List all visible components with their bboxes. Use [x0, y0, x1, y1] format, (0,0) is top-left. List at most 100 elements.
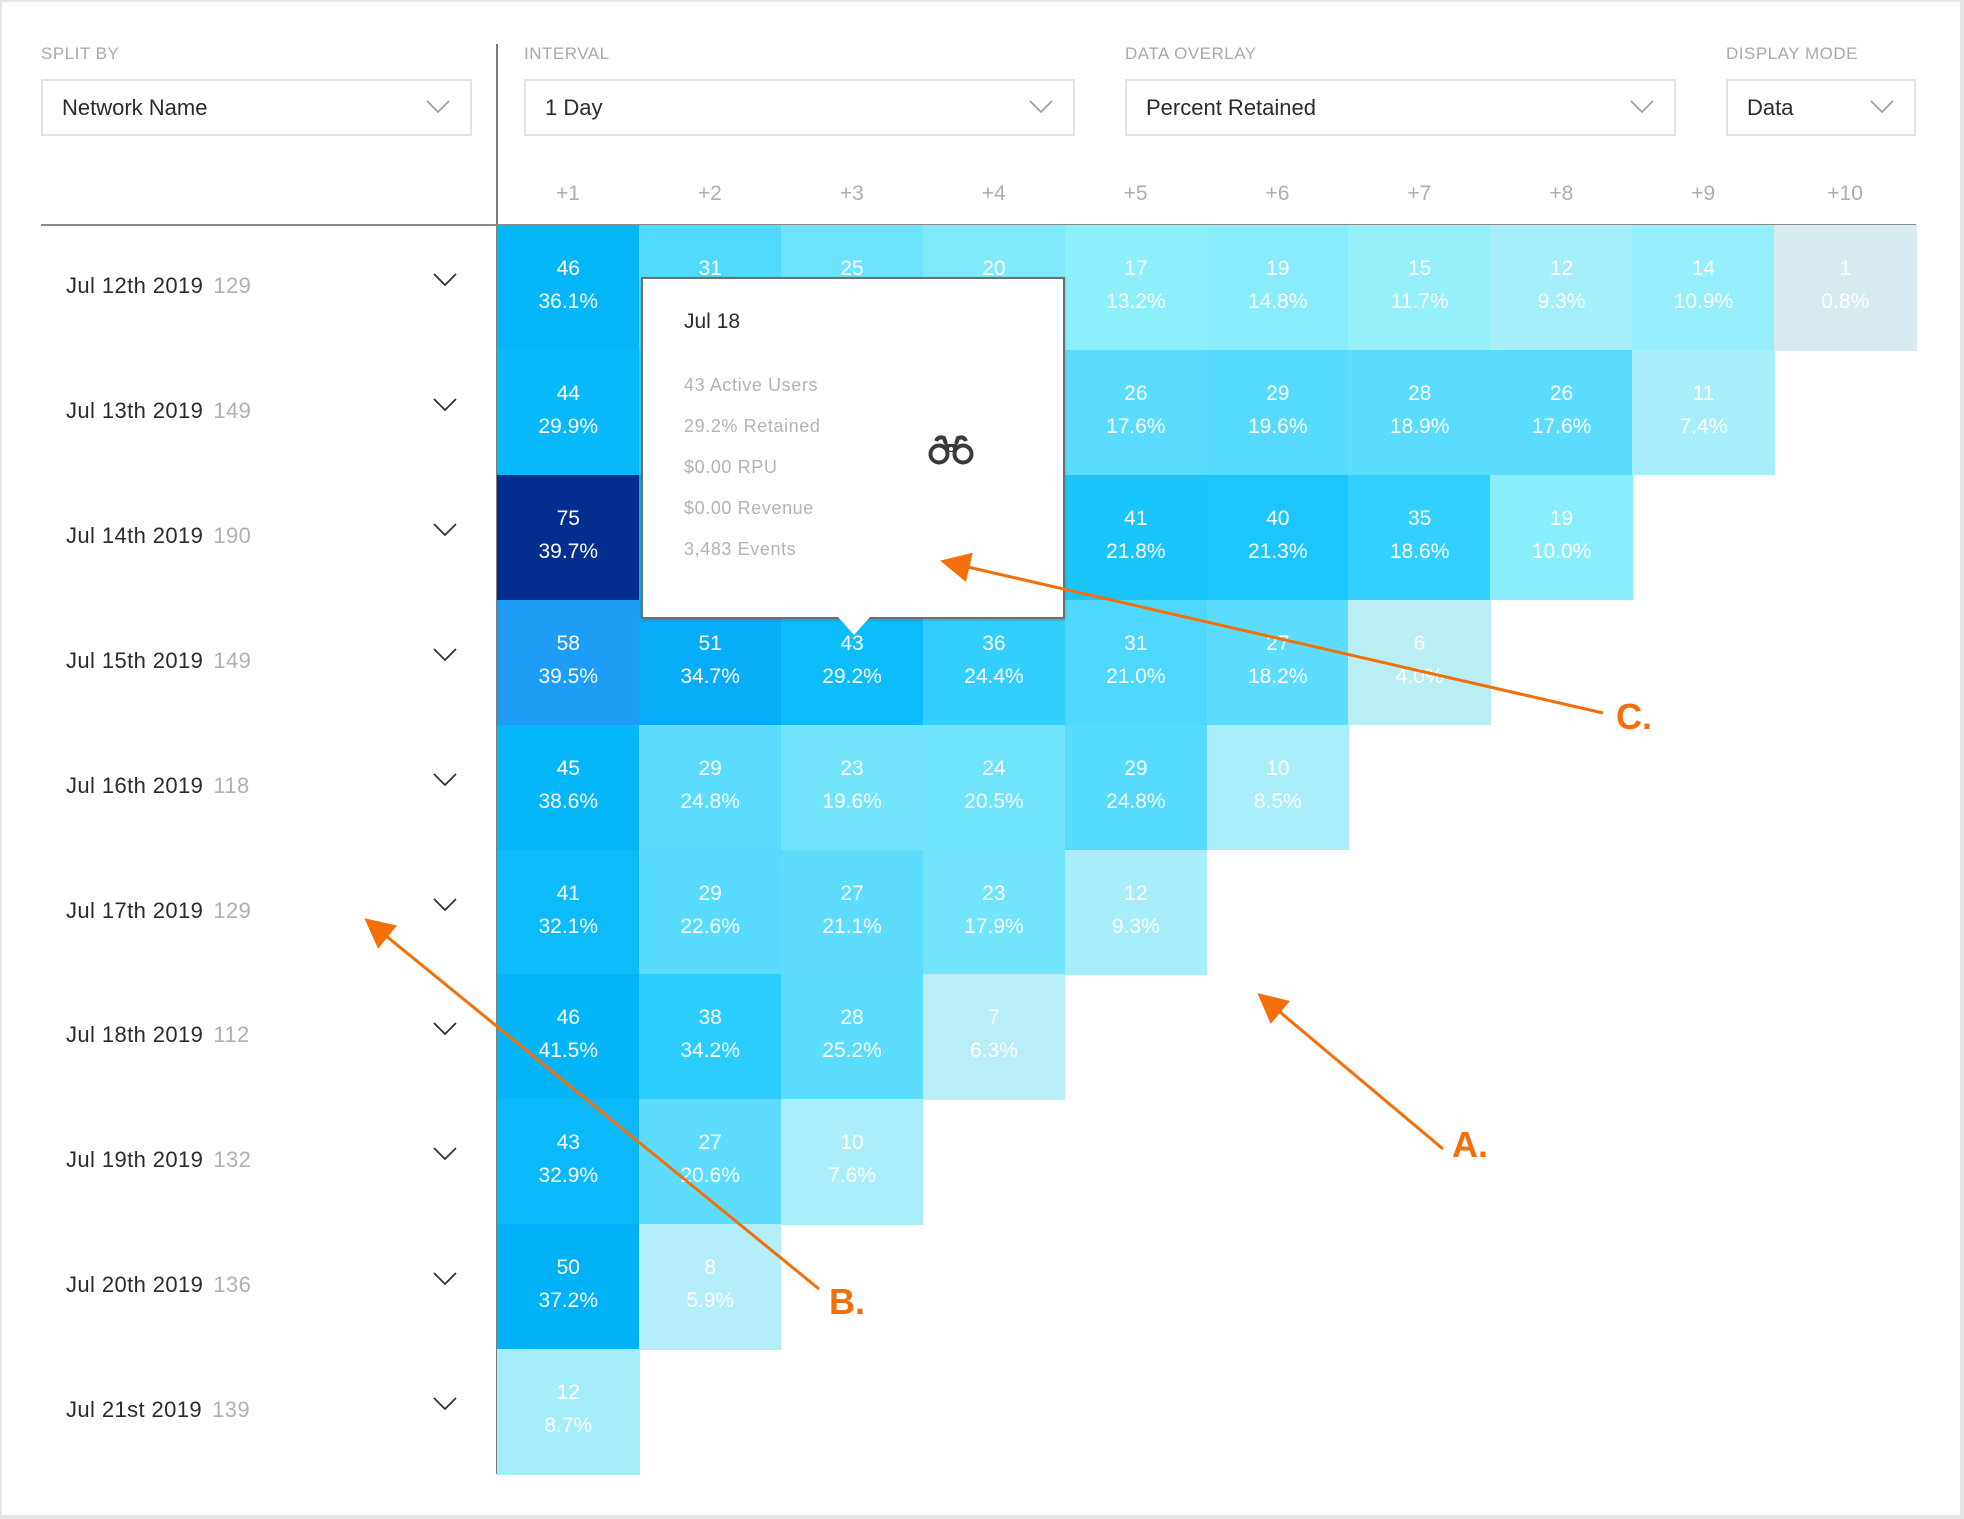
heatmap-cell[interactable]: 46 41.5%	[497, 974, 640, 1100]
heatmap-cell[interactable]: 7 6.3%	[922, 974, 1066, 1100]
heatmap-cell[interactable]: 27 21.1%	[780, 849, 924, 975]
heatmap-cell[interactable]: 23 19.6%	[780, 724, 924, 851]
heatmap-cell[interactable]: 17 13.2%	[1064, 225, 1208, 351]
cell-active-users: 35	[1407, 506, 1432, 530]
cohort-date: Jul 12th 2019 129	[66, 273, 251, 299]
cell-active-users: 11	[1692, 381, 1715, 405]
heatmap-cell[interactable]: 24 20.5%	[922, 724, 1066, 851]
cohort-row-toggle[interactable]: Jul 16th 2019 118	[66, 725, 486, 850]
cell-percent-retained: 41.5%	[538, 1039, 599, 1063]
cohort-row-toggle[interactable]: Jul 14th 2019 190	[66, 475, 486, 600]
heatmap-cell[interactable]: 44 29.9%	[497, 349, 640, 476]
cohort-row-toggle[interactable]: Jul 21st 2019 139	[66, 1349, 486, 1474]
heatmap-cell[interactable]: 14 10.9%	[1632, 225, 1775, 351]
heatmap-cell[interactable]: 26 17.6%	[1490, 349, 1633, 476]
heatmap-cell[interactable]: 28 25.2%	[780, 974, 924, 1100]
cell-percent-retained: 24.8%	[680, 789, 740, 813]
cohort-date: Jul 14th 2019 190	[66, 523, 251, 549]
data-overlay-dropdown[interactable]: Percent Retained	[1125, 79, 1676, 136]
heatmap-cell[interactable]: 11 7.4%	[1632, 349, 1775, 476]
chevron-down-icon[interactable]	[433, 1147, 457, 1161]
heatmap-cell[interactable]: 12 9.3%	[1490, 225, 1633, 351]
cell-active-users: 51	[698, 631, 722, 655]
cohort-row-toggle[interactable]: Jul 19th 2019 132	[66, 1099, 486, 1224]
heatmap-cell[interactable]: 26 17.6%	[1064, 349, 1208, 476]
cell-tooltip: Jul 18 43 Active Users 29.2% Retained $0…	[641, 277, 1065, 619]
heatmap-cell[interactable]: 31 21.0%	[1064, 599, 1208, 726]
heatmap-cell[interactable]: 10 8.5%	[1206, 724, 1349, 851]
cell-percent-retained: 29.2%	[822, 664, 882, 688]
cell-percent-retained: 36.1%	[538, 290, 599, 313]
cohort-date-text: Jul 12th 2019	[66, 273, 204, 298]
heatmap-cell[interactable]: 50 37.2%	[497, 1224, 640, 1350]
cell-active-users: 28	[1407, 381, 1432, 405]
cell-percent-retained: 18.9%	[1389, 414, 1450, 438]
heatmap-cell[interactable]: 6 4.0%	[1348, 599, 1491, 726]
chevron-down-icon[interactable]	[433, 273, 457, 287]
heatmap-cell[interactable]: 43 32.9%	[497, 1099, 640, 1225]
heatmap-cell[interactable]: 29 24.8%	[638, 724, 782, 851]
cohort-row-toggle[interactable]: Jul 20th 2019 136	[66, 1224, 486, 1349]
heatmap-cell[interactable]: 28 18.9%	[1348, 349, 1491, 476]
column-header: +5	[1123, 182, 1148, 205]
heatmap-cell[interactable]: 19 10.0%	[1490, 474, 1633, 601]
chevron-down-icon[interactable]	[433, 772, 457, 787]
chevron-down-icon[interactable]	[433, 1022, 457, 1036]
column-header: +9	[1691, 182, 1716, 205]
cohort-size: 129	[213, 897, 252, 923]
split-by-dropdown[interactable]: Network Name	[41, 79, 472, 136]
heatmap-cell[interactable]: 46 36.1%	[497, 225, 640, 351]
cohort-date: Jul 18th 2019 112	[66, 1022, 250, 1048]
heatmap-cell[interactable]: 19 14.8%	[1206, 225, 1349, 351]
chevron-down-icon[interactable]	[433, 897, 457, 912]
heatmap-cell[interactable]: 15 11.7%	[1348, 225, 1491, 351]
binoculars-icon[interactable]	[926, 435, 976, 465]
cell-active-users: 26	[1549, 381, 1574, 405]
heatmap-cell[interactable]: 8 5.9%	[638, 1224, 782, 1350]
heatmap-cell[interactable]: 35 18.6%	[1348, 474, 1491, 601]
cell-percent-retained: 24.8%	[1106, 789, 1166, 813]
cohort-row-toggle[interactable]: Jul 12th 2019 129	[66, 225, 486, 350]
cell-active-users: 7	[988, 1006, 1000, 1030]
heatmap-cell[interactable]: 29 22.6%	[638, 849, 782, 975]
chevron-down-icon[interactable]	[433, 1397, 457, 1411]
cohort-row-toggle[interactable]: Jul 17th 2019 129	[66, 850, 486, 975]
chevron-down-icon[interactable]	[433, 523, 457, 537]
chevron-down-icon[interactable]	[433, 1272, 457, 1286]
heatmap-cell[interactable]: 23 17.9%	[922, 849, 1066, 975]
cohort-date-text: Jul 18th 2019	[66, 1022, 204, 1048]
heatmap-cell[interactable]: 41 32.1%	[497, 849, 640, 975]
cohort-row-toggle[interactable]: Jul 13th 2019 149	[66, 350, 486, 475]
heatmap-cell[interactable]: 29 19.6%	[1206, 349, 1349, 476]
cell-active-users: 41	[1124, 506, 1148, 530]
chevron-down-icon[interactable]	[433, 648, 457, 662]
display-mode-dropdown[interactable]: Data	[1726, 79, 1916, 136]
heatmap-cell[interactable]: 27 18.2%	[1206, 599, 1349, 726]
heatmap-cell[interactable]: 29 24.8%	[1064, 724, 1208, 851]
cell-active-users: 29	[698, 756, 722, 780]
cell-percent-retained: 20.6%	[680, 1164, 740, 1188]
heatmap-cell[interactable]: 45 38.6%	[497, 724, 640, 851]
cell-percent-retained: 20.5%	[964, 789, 1024, 813]
cell-active-users: 27	[698, 1131, 722, 1155]
heatmap-cell[interactable]: 27 20.6%	[638, 1099, 782, 1225]
heatmap-cell[interactable]: 40 21.3%	[1206, 474, 1349, 601]
column-header: +7	[1407, 182, 1432, 205]
cohort-row-toggle[interactable]: Jul 15th 2019 149	[66, 600, 486, 725]
interval-dropdown[interactable]: 1 Day	[524, 79, 1075, 136]
cell-percent-retained: 9.3%	[1111, 914, 1160, 938]
heatmap-cell[interactable]: 12 8.7%	[497, 1349, 640, 1475]
heatmap-cell[interactable]: 58 39.5%	[497, 599, 640, 726]
heatmap-cell[interactable]: 75 39.7%	[497, 474, 640, 601]
cell-percent-retained: 19.6%	[1247, 414, 1308, 438]
heatmap-cell[interactable]: 10 7.6%	[780, 1099, 924, 1225]
cohort-date-text: Jul 19th 2019	[66, 1147, 204, 1173]
chevron-down-icon[interactable]	[433, 398, 457, 412]
column-header: +8	[1549, 182, 1574, 205]
heatmap-cell[interactable]: 38 34.2%	[638, 974, 782, 1100]
heatmap-cell[interactable]: 1 0.8%	[1774, 225, 1917, 351]
heatmap-cell[interactable]: 12 9.3%	[1064, 849, 1208, 975]
cohort-row-toggle[interactable]: Jul 18th 2019 112	[66, 974, 486, 1099]
heatmap-cell[interactable]: 41 21.8%	[1064, 474, 1208, 601]
cohort-size: 136	[213, 1272, 252, 1298]
